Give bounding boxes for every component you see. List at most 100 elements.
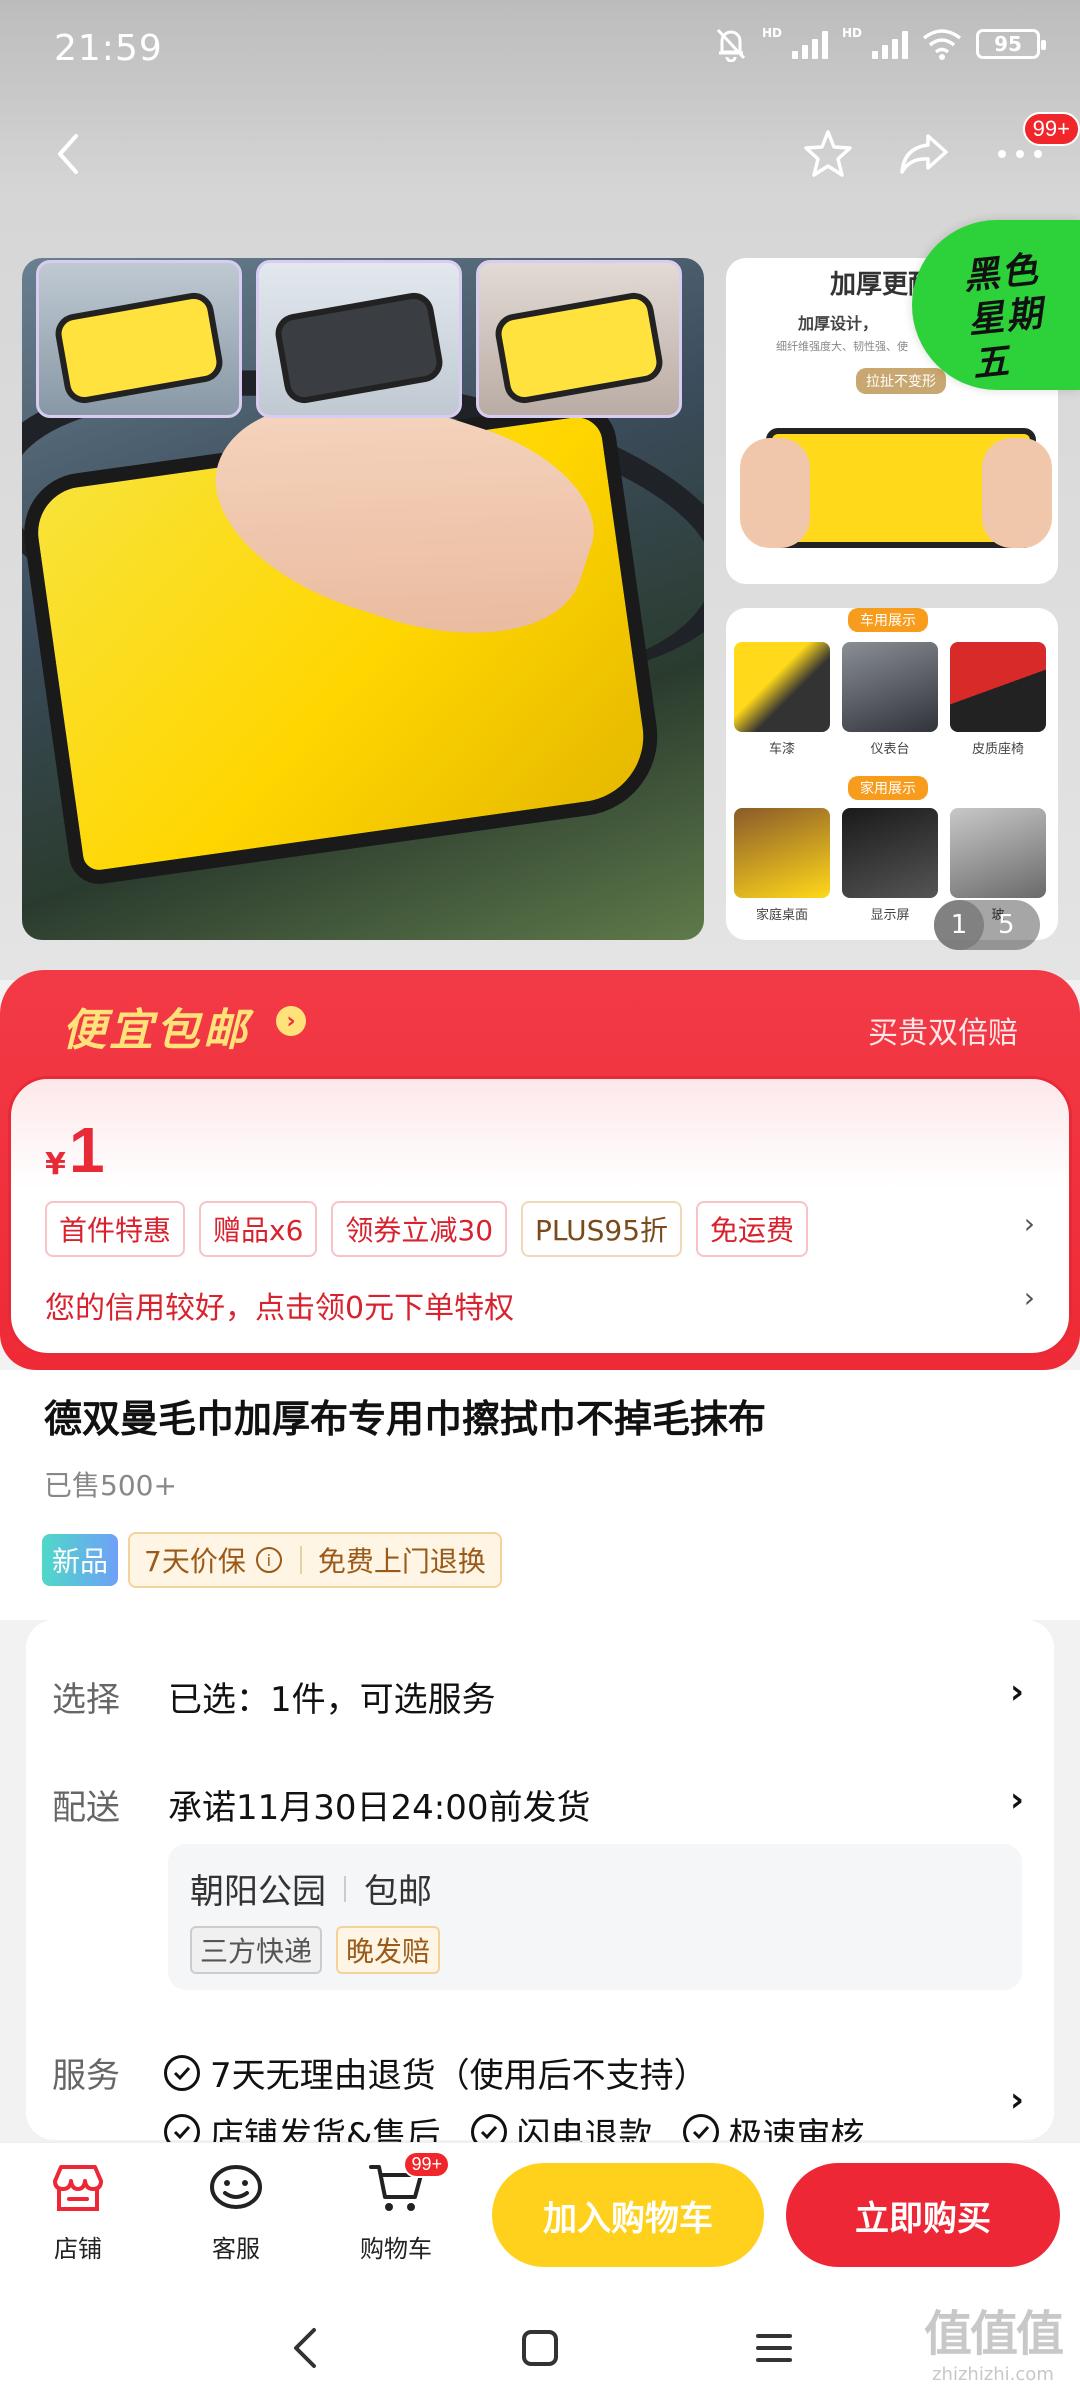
courier-tag: 三方快递 (190, 1926, 323, 1974)
chevron-right-icon[interactable]: › (1024, 1281, 1035, 1314)
thumbnail-strip (36, 260, 682, 418)
cart-badge: 99+ (403, 2151, 450, 2178)
price-protect: 7天价保 (144, 1545, 246, 1578)
watermark-logo: 值值值 (923, 2306, 1064, 2362)
separator (299, 1546, 302, 1574)
nav-actions: 99+ (798, 112, 1080, 184)
system-home-button[interactable] (510, 2318, 570, 2378)
store-button[interactable]: 店铺 (18, 2157, 138, 2264)
chevron-right-icon[interactable]: › (1010, 1780, 1024, 1820)
car-use-grid: 车漆 仪表台 皮质座椅 (734, 642, 1046, 757)
favorite-button[interactable] (798, 124, 858, 184)
image-pager: 1 5 (934, 900, 1040, 950)
status-time: 21:59 (54, 28, 163, 69)
customer-service-label: 客服 (212, 2235, 260, 2263)
chevron-right-icon[interactable]: › (1010, 1672, 1024, 1712)
pager-current: 1 (934, 900, 984, 950)
more-badge: 99+ (1022, 112, 1080, 146)
black-friday-badge[interactable]: 黑色 星期五 (912, 220, 1080, 390)
hd-tag: HD (841, 26, 862, 40)
black-friday-line2: 星期五 (966, 293, 1046, 386)
home-use-header: 家用展示 (848, 776, 928, 800)
usage-label: 显示屏 (870, 908, 910, 923)
bottom-action-bar: 店铺 客服 99+ 购物车 加入购物车 立即购买 (0, 2142, 1080, 2288)
system-menu-icon (756, 2334, 792, 2362)
price-value: 1 (69, 1114, 105, 1186)
usage-image (734, 808, 830, 898)
status-icons: HD HD 95 (714, 26, 1046, 62)
price-card: ¥ 1 首件特惠 赠品x6 领券立减30 PLUS95折 免运费 › 您的信用较… (8, 1076, 1072, 1356)
side-subtitle: 加厚设计， (798, 314, 879, 333)
hand-shape (982, 438, 1052, 548)
select-value[interactable]: 已选：1件，可选服务 (168, 1672, 496, 1721)
promo-tags[interactable]: 首件特惠 赠品x6 领券立减30 PLUS95折 免运费 (45, 1201, 809, 1257)
currency-symbol: ¥ (45, 1147, 66, 1182)
system-nav-bar: 值值值 zhizhizhi.com (0, 2288, 1080, 2400)
top-nav: 99+ (0, 110, 1080, 200)
system-menu-button[interactable] (744, 2318, 804, 2378)
credit-offer[interactable]: 您的信用较好，点击领0元下单特权 (45, 1283, 514, 1327)
promo-tag[interactable]: 领券立减30 (331, 1201, 508, 1257)
product-main-image[interactable] (22, 258, 704, 940)
store-label: 店铺 (54, 2235, 102, 2263)
check-circle-icon (164, 2054, 200, 2091)
hd-tag: HD (761, 26, 782, 40)
system-back-icon (294, 2328, 316, 2368)
cart-icon: 99+ (364, 2151, 450, 2221)
guarantee-box[interactable]: 7天价保 i 免费上门退换 (128, 1532, 502, 1588)
promo-tag[interactable]: 赠品x6 (199, 1201, 318, 1257)
usage-label: 仪表台 (870, 742, 910, 757)
system-home-icon (522, 2330, 558, 2366)
signal-icon (872, 29, 908, 59)
separator (344, 1875, 346, 1902)
price-banner: 便宜包邮 › 买贵双倍赔 ¥ 1 首件特惠 赠品x6 领券立减30 PLUS95… (0, 970, 1080, 1370)
pager-total: 5 (998, 910, 1015, 940)
options-card: 选择 已选：1件，可选服务 › 配送 承诺11月30日24:00前发货 › 朝阳… (26, 1620, 1054, 2152)
chevron-right-icon[interactable]: › (1024, 1207, 1035, 1240)
system-back-button[interactable] (276, 2318, 336, 2378)
usage-label: 家庭桌面 (755, 908, 808, 923)
promo-title[interactable]: 便宜包邮 (62, 994, 250, 1058)
chevron-right-icon[interactable]: › (1010, 2080, 1024, 2120)
promo-tag[interactable]: PLUS95折 (521, 1201, 683, 1257)
chevron-right-icon[interactable]: › (276, 1006, 306, 1036)
back-button[interactable] (40, 124, 100, 184)
address-tags: 三方快递 晚发赔 (190, 1926, 441, 1974)
side-desc: 细纤维强度大、韧性强、使 (776, 340, 908, 353)
address-box[interactable]: 朝阳公园 包邮 三方快递 晚发赔 (168, 1844, 1022, 1990)
new-badge: 新品 (42, 1534, 119, 1586)
store-icon (46, 2157, 110, 2221)
watermark: 值值值 zhizhizhi.com (923, 2294, 1064, 2385)
black-friday-text: 黑色 星期五 (961, 245, 1080, 388)
delivery-value[interactable]: 承诺11月30日24:00前发货 (168, 1780, 591, 1829)
info-icon[interactable]: i (255, 1547, 282, 1573)
delivery-label: 配送 (52, 1788, 120, 1828)
signal-icon (791, 29, 828, 59)
side-tag: 拉扯不变形 (856, 368, 946, 394)
share-button[interactable] (894, 124, 954, 184)
back-arrow-icon (58, 134, 78, 174)
wifi-icon (922, 29, 962, 60)
mute-bell-icon (716, 28, 746, 62)
chat-icon (204, 2157, 268, 2221)
side-image-usage[interactable]: 车用展示 车漆 仪表台 皮质座椅 家用展示 家庭桌面 显示屏 玻 (726, 608, 1058, 940)
address-line: 朝阳公园 包邮 (190, 1864, 432, 1913)
more-button[interactable]: 99+ (990, 112, 1080, 184)
customer-service-button[interactable]: 客服 (176, 2157, 296, 2264)
star-icon (804, 130, 852, 177)
sold-count: 已售500+ (44, 1469, 177, 1502)
thumbnail (256, 260, 462, 418)
add-to-cart-button[interactable]: 加入购物车 (492, 2163, 764, 2267)
promo-tag[interactable]: 首件特惠 (45, 1201, 186, 1257)
buy-now-button[interactable]: 立即购买 (786, 2163, 1060, 2267)
share-icon (900, 134, 948, 174)
service-item[interactable]: 7天无理由退货（使用后不支持） (164, 2048, 708, 2097)
service-text: 7天无理由退货（使用后不支持） (210, 2056, 708, 2096)
hand-shape (740, 438, 810, 548)
status-bar: 21:59 HD HD 95 (0, 0, 1080, 100)
usage-label: 皮质座椅 (971, 742, 1024, 757)
promo-tag[interactable]: 免运费 (696, 1201, 809, 1257)
cart-label: 购物车 (360, 2235, 432, 2263)
cart-button[interactable]: 99+ 购物车 (336, 2151, 456, 2264)
price-guarantee[interactable]: 买贵双倍赔 (868, 1008, 1018, 1052)
